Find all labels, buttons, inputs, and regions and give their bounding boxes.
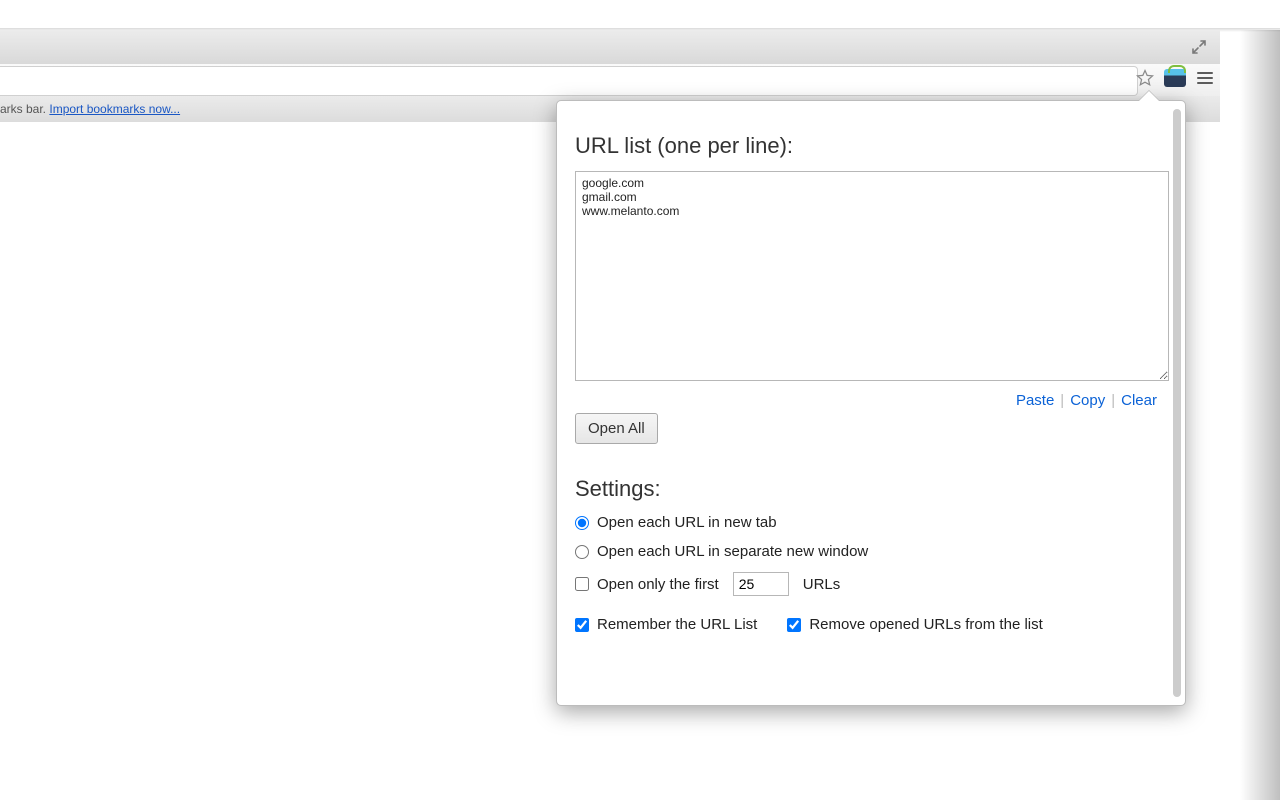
copy-link[interactable]: Copy: [1070, 392, 1105, 409]
checkbox-remove-opened[interactable]: [787, 618, 801, 632]
option-open-new-window[interactable]: Open each URL in separate new window: [575, 543, 1163, 560]
hamburger-menu-icon[interactable]: [1194, 67, 1216, 89]
url-list-heading: URL list (one per line):: [575, 133, 1163, 159]
option-open-new-window-label: Open each URL in separate new window: [597, 543, 868, 560]
window-titlebar: [0, 30, 1220, 65]
option-remember-list[interactable]: Remember the URL List: [575, 616, 757, 633]
radio-new-window[interactable]: [575, 545, 589, 559]
open-all-button[interactable]: Open All: [575, 413, 658, 444]
open-first-n-input[interactable]: [733, 572, 789, 596]
option-open-new-tab-label: Open each URL in new tab: [597, 514, 777, 531]
checkbox-open-first-n[interactable]: [575, 577, 589, 591]
url-action-links: Paste|Copy|Clear: [575, 392, 1157, 409]
settings-heading: Settings:: [575, 476, 1163, 502]
clear-link[interactable]: Clear: [1121, 392, 1157, 409]
extension-icon[interactable]: [1164, 67, 1186, 89]
checkbox-remember-list[interactable]: [575, 618, 589, 632]
bookmark-star-icon[interactable]: [1134, 67, 1156, 89]
option-remove-opened[interactable]: Remove opened URLs from the list: [787, 616, 1042, 633]
omnibox[interactable]: [0, 66, 1138, 96]
extension-popup: URL list (one per line): Paste|Copy|Clea…: [556, 100, 1186, 706]
open-first-n-post: URLs: [803, 576, 841, 593]
radio-new-tab[interactable]: [575, 516, 589, 530]
expand-icon[interactable]: [1190, 38, 1208, 56]
option-remove-opened-label: Remove opened URLs from the list: [809, 616, 1042, 633]
address-bar: [0, 64, 1220, 97]
option-open-first-n[interactable]: Open only the first URLs: [575, 572, 1163, 596]
option-remember-list-label: Remember the URL List: [597, 616, 757, 633]
url-list-textarea[interactable]: [575, 171, 1169, 381]
option-open-new-tab[interactable]: Open each URL in new tab: [575, 514, 1163, 531]
open-first-n-pre: Open only the first: [597, 576, 719, 593]
import-bookmarks-link[interactable]: Import bookmarks now...: [49, 102, 180, 116]
paste-link[interactable]: Paste: [1016, 392, 1054, 409]
bookmarks-bar-text: arks bar.: [0, 102, 49, 116]
